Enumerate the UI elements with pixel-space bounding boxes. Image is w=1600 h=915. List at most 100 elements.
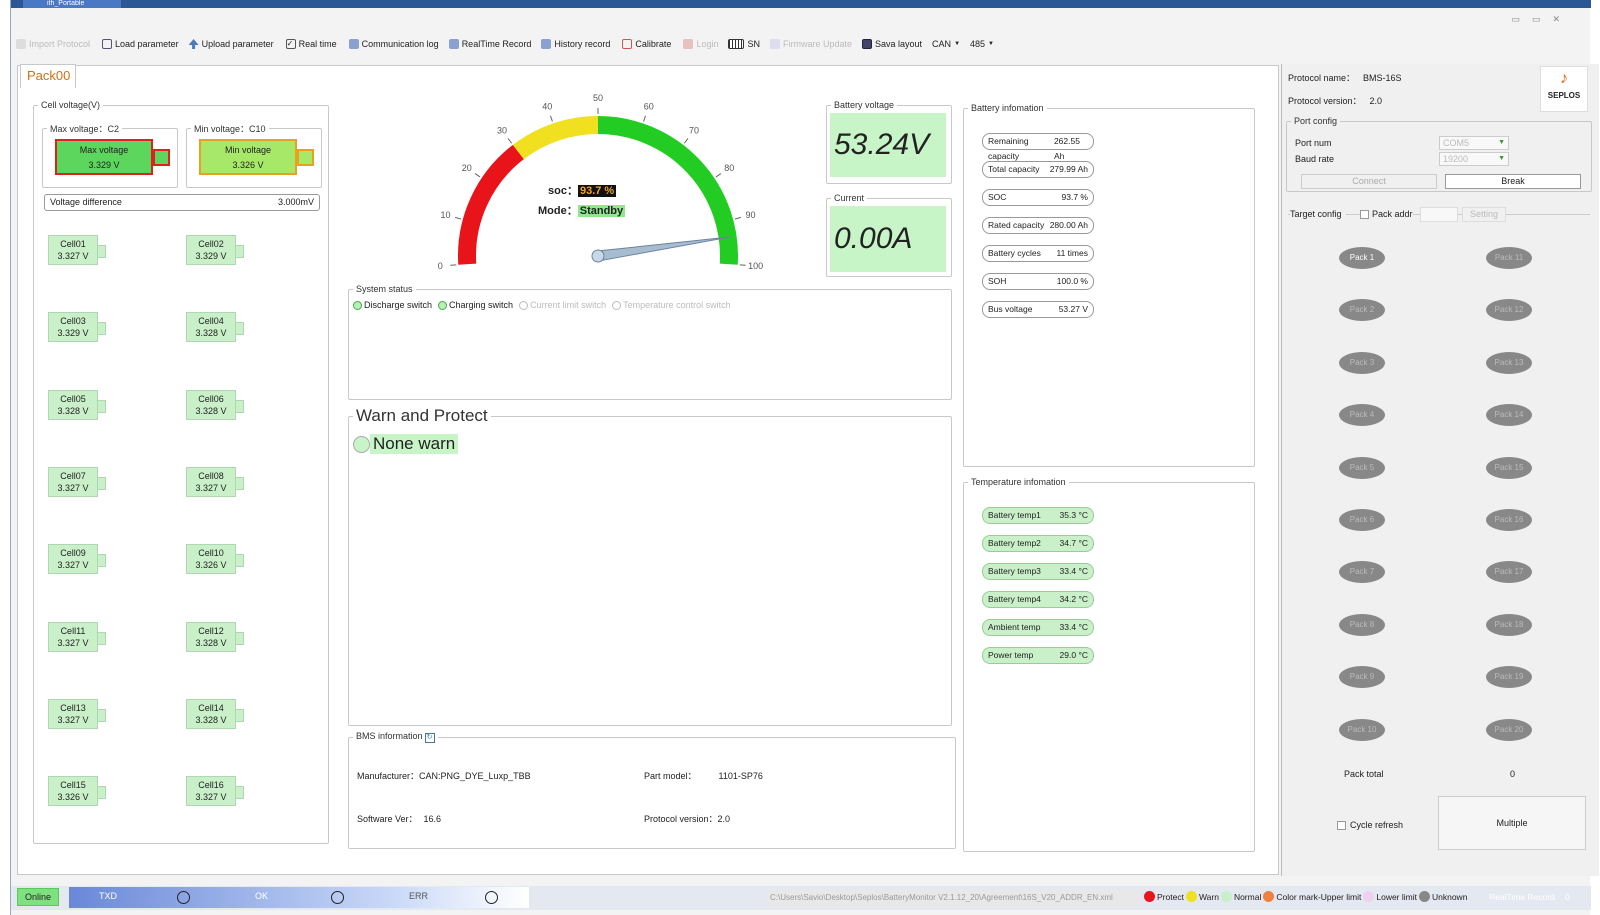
calibrate-icon <box>622 39 633 49</box>
cell-11: Cell11 3.327 V <box>48 621 106 652</box>
firmware-icon <box>769 39 780 49</box>
import-protocol-button[interactable]: Import Protocol <box>11 34 95 54</box>
cell-9: Cell09 3.327 V <box>48 544 106 575</box>
save-layout-button[interactable]: Sava layout <box>857 34 927 54</box>
checkbox-icon <box>1337 820 1346 830</box>
radio-icon <box>519 300 529 310</box>
baud-rate-select[interactable]: 19200 ▼ <box>1439 152 1509 166</box>
real-time-checkbox[interactable]: ✓ Real time <box>281 34 342 54</box>
pack-button[interactable]: Pack 6 <box>1339 509 1385 531</box>
cell-voltage: 3.329 V <box>57 328 89 339</box>
upload-parameter-button[interactable]: Upload parameter <box>184 34 279 54</box>
login-icon <box>683 39 694 49</box>
calibrate-button[interactable]: Calibrate <box>617 34 676 54</box>
pack-button[interactable]: Pack 12 <box>1486 299 1532 322</box>
port-config-group: Port config Port num COM5 ▼ Baud rate 192… <box>1286 116 1592 192</box>
login-button[interactable]: Login <box>678 34 723 54</box>
protocol-file-path: C:\Users\Savio\Desktop\Seplos\BatteryMon… <box>767 890 1139 906</box>
cell-voltage: 3.327 V <box>57 637 89 648</box>
break-button[interactable]: Break <box>1445 174 1581 189</box>
cell-5: Cell05 3.328 V <box>48 389 106 420</box>
barcode-icon <box>728 39 745 49</box>
min-voltage-label: Min voltage：C10 <box>194 124 266 134</box>
system-status-item: Current limit switch <box>519 300 606 310</box>
multiple-button[interactable]: Multiple <box>1438 796 1586 850</box>
pack-button[interactable]: Pack 17 <box>1486 561 1532 584</box>
gauge-tick <box>643 115 646 122</box>
cell-name: Cell01 <box>60 239 86 249</box>
txd-led-icon <box>177 891 190 904</box>
protocol-name-field: Protocol name： BMS-16S <box>1288 73 1402 83</box>
system-status-list: Discharge switch Charging switch Current l… <box>353 300 731 310</box>
chevron-down-icon: ▼ <box>988 41 994 47</box>
gauge-tick-label: 70 <box>689 126 699 136</box>
cell-name: Cell03 <box>60 316 86 327</box>
pack-button[interactable]: Pack 13 <box>1486 351 1532 374</box>
realtime-record-button[interactable]: RealTime Record <box>444 34 537 54</box>
communication-log-button[interactable]: Communication log <box>344 34 444 54</box>
pack-button[interactable]: Pack 19 <box>1486 666 1532 689</box>
temperature-item: Battery temp3 33.4 °C <box>982 563 1094 580</box>
port-num-select[interactable]: COM5 ▼ <box>1439 136 1509 150</box>
cell-name: Cell08 <box>198 470 224 481</box>
pack-button[interactable]: Pack 20 <box>1486 718 1532 741</box>
cycle-refresh-checkbox[interactable]: Cycle refresh <box>1337 820 1403 830</box>
setting-button[interactable]: Setting <box>1462 207 1506 222</box>
pack-button[interactable]: Pack 5 <box>1339 456 1385 479</box>
pack-button[interactable]: Pack 10 <box>1339 718 1385 741</box>
battery-info-group: Battery infomation Remaining capacity 262… <box>963 103 1255 467</box>
rs485-dropdown[interactable]: 485 ▼ <box>965 34 999 54</box>
can-dropdown[interactable]: CAN ▼ <box>927 34 965 54</box>
warn-status-text: None warn <box>370 434 459 454</box>
window-tab[interactable]: ith_Portable <box>23 0 121 8</box>
pack-button[interactable]: Pack 7 <box>1339 561 1385 584</box>
mode-readout: Mode： Standby <box>538 205 626 217</box>
load-parameter-button[interactable]: Load parameter <box>97 34 184 54</box>
checkbox-checked-icon: ✓ <box>285 39 296 49</box>
cell-voltage: 3.327 V <box>57 560 89 571</box>
pack-button[interactable]: Pack 2 <box>1339 299 1385 322</box>
battery-info-item: Rated capacity 280.00 Ah <box>982 217 1094 234</box>
tab-pack00[interactable]: Pack00 <box>20 64 76 88</box>
cell-2: Cell02 3.329 V <box>186 235 244 265</box>
cell-voltage: 3.326 V <box>195 560 227 571</box>
pack-button[interactable]: Pack 11 <box>1486 247 1532 269</box>
pack-total-label: Pack total <box>1344 769 1384 779</box>
pack-addr-input[interactable] <box>1420 207 1458 222</box>
pack-button[interactable]: Pack 4 <box>1339 404 1385 427</box>
chevron-down-icon: ▼ <box>1498 155 1505 162</box>
chevron-down-icon: ▼ <box>954 41 961 47</box>
pack-button[interactable]: Pack 18 <box>1486 613 1532 636</box>
battery-info-item: Bus voltage 53.27 V <box>982 301 1094 318</box>
sn-button[interactable]: SN <box>723 34 765 54</box>
pack-button[interactable]: Pack 8 <box>1339 613 1385 636</box>
temperature-item: Battery temp4 34.2 °C <box>982 591 1094 608</box>
radio-icon <box>438 300 448 310</box>
pack-button[interactable]: Pack 14 <box>1486 404 1532 427</box>
online-indicator: Online <box>17 888 59 906</box>
chevron-down-icon: ▼ <box>1498 139 1505 146</box>
window-controls[interactable]: ▭▭✕ <box>1511 14 1572 25</box>
temperature-item: Power temp 29.0 °C <box>982 647 1094 664</box>
cell-voltage: 3.329 V <box>195 251 227 261</box>
gauge-tick <box>454 216 462 220</box>
cell-15: Cell15 3.326 V <box>48 776 106 807</box>
pack-addr-checkbox[interactable]: Pack addr <box>1360 209 1413 219</box>
pack-button[interactable]: Pack 1 <box>1339 247 1385 269</box>
system-status-item: Charging switch <box>438 300 513 310</box>
history-record-button[interactable]: History record <box>536 34 615 54</box>
pack-button[interactable]: Pack 16 <box>1486 509 1532 531</box>
import-icon <box>16 39 26 49</box>
connect-button[interactable]: Connect <box>1301 174 1437 189</box>
gauge-green-arc <box>597 116 738 265</box>
pack-button[interactable]: Pack 9 <box>1339 666 1385 689</box>
pack-button[interactable]: Pack 15 <box>1486 456 1532 479</box>
pack-button[interactable]: Pack 3 <box>1339 351 1385 374</box>
voltage-difference-value: 3.000mV <box>277 197 314 207</box>
main-panel: Cell voltage(V) Max voltage：C2 Max volta… <box>17 65 1279 875</box>
system-status-item: Temperature control switch <box>612 300 731 310</box>
refresh-icon[interactable]: ↻ <box>424 733 435 743</box>
system-status-group: System status Discharge switch Charging s… <box>348 284 952 400</box>
firmware-update-button[interactable]: Firmware Update <box>765 34 857 54</box>
history-icon <box>541 39 552 49</box>
